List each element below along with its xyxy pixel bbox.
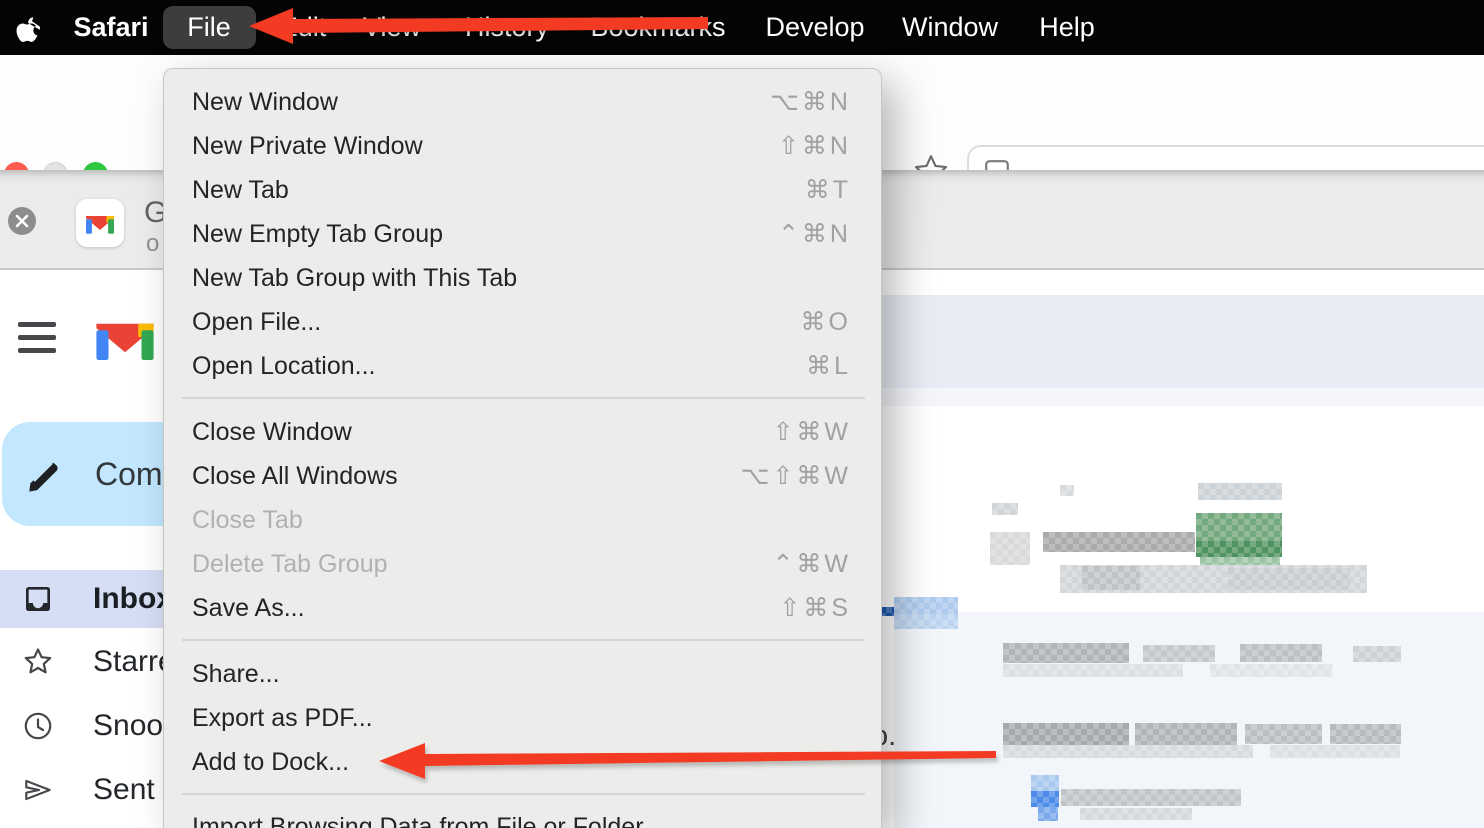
menu-item-new-empty-tab-group[interactable]: New Empty Tab Group⌃⌘N [164,212,881,256]
menu-item-import-browsing-data[interactable]: Import Browsing Data from File or Folder [164,805,881,828]
inbox-icon [22,583,54,615]
gmail-logo-icon [96,316,154,360]
sidebar-item-inbox[interactable]: Inbox [0,570,190,628]
menu-item-open-file[interactable]: Open File...⌘O [164,300,881,344]
gmail-app-icon [76,199,124,247]
macos-menubar: Safari File Edit View History Bookmarks … [0,0,1484,55]
menubar-item-view[interactable]: View [363,0,421,55]
menu-item-export-as-pdf[interactable]: Export as PDF... [164,696,881,740]
menu-item-delete-tab-group: Delete Tab Group⌃⌘W [164,542,881,586]
menu-item-new-private-window[interactable]: New Private Window⇧⌘N [164,124,881,168]
compose-button[interactable]: Compose [2,422,187,526]
menu-separator [182,639,865,641]
menu-item-new-window[interactable]: New Window⌥⌘N [164,80,881,124]
menu-item-open-location[interactable]: Open Location...⌘L [164,344,881,388]
menubar-item-bookmarks[interactable]: Bookmarks [590,0,725,55]
banner-close-button[interactable] [8,207,36,235]
menu-item-close-window[interactable]: Close Window⇧⌘W [164,410,881,454]
menubar-item-edit[interactable]: Edit [280,0,327,55]
menu-separator [182,793,865,795]
clock-icon [22,710,54,742]
menubar-item-develop[interactable]: Develop [765,0,864,55]
menubar-item-help[interactable]: Help [1039,0,1095,55]
menu-separator [182,397,865,399]
menu-item-close-all-windows[interactable]: Close All Windows⌥⇧⌘W [164,454,881,498]
menubar-item-safari[interactable]: Safari [73,0,148,55]
menu-item-close-tab: Close Tab [164,498,881,542]
menu-item-share[interactable]: Share... [164,652,881,696]
star-outline-icon [22,646,54,678]
pencil-icon [26,454,66,494]
menu-item-new-tab-group-with-this-tab[interactable]: New Tab Group with This Tab [164,256,881,300]
gmail-menu-icon[interactable] [18,322,56,354]
menubar-item-file[interactable]: File [187,0,231,55]
menu-item-add-to-dock[interactable]: Add to Dock... [164,740,881,784]
menu-item-save-as[interactable]: Save As...⇧⌘S [164,586,881,630]
sidebar-item-snoozed[interactable]: Snoozed [0,697,190,755]
file-menu-panel: New Window⌥⌘N New Private Window⇧⌘N New … [163,68,882,828]
banner-subtitle-fragment: o [146,230,159,258]
sidebar-item-starred[interactable]: Starred [0,633,190,691]
menubar-item-history[interactable]: History [465,0,549,55]
apple-icon[interactable] [14,14,40,42]
send-icon [22,774,54,806]
sidebar-item-sent[interactable]: Sent [0,761,190,819]
screenshot-root: Compose Inbox Starred Snoozed Sent [0,0,1484,828]
close-icon [15,214,29,228]
menu-item-new-tab[interactable]: New Tab⌘T [164,168,881,212]
menubar-item-window[interactable]: Window [902,0,998,55]
